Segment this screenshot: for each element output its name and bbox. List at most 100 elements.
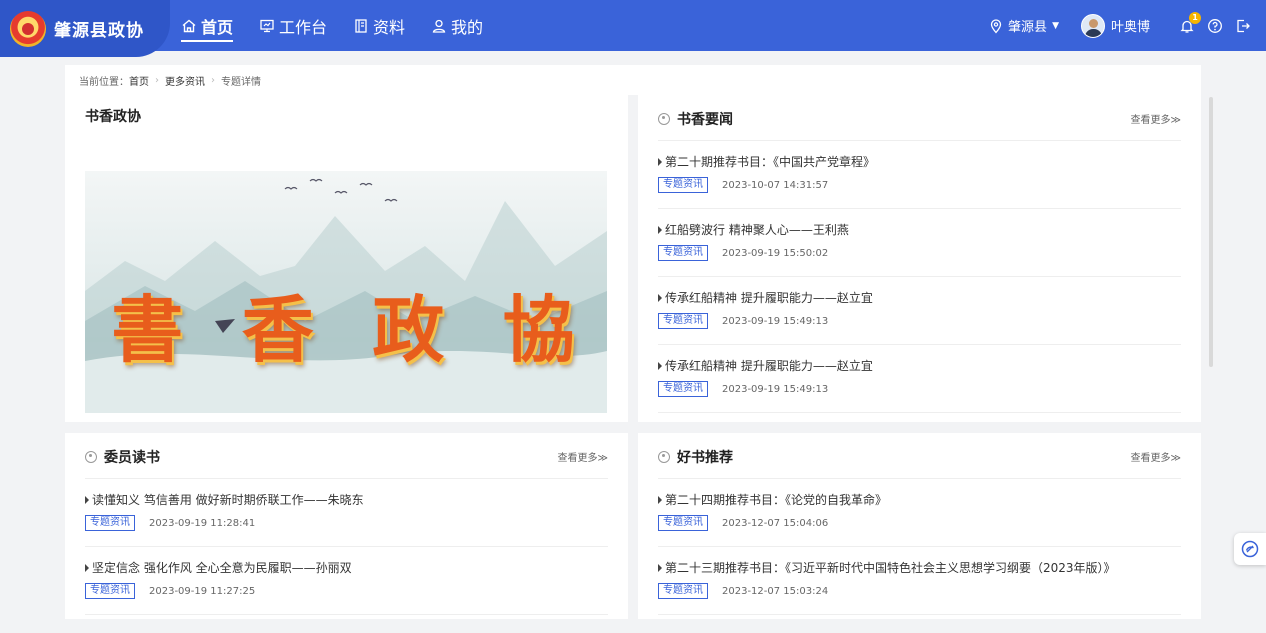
list-item[interactable]: 读懂知义 笃信善用 做好新时期侨联工作——朱晓东 专题资讯 2023-09-19 … bbox=[85, 479, 608, 547]
triangle-right-icon bbox=[658, 293, 662, 302]
news-time: 2023-09-19 15:49:13 bbox=[722, 315, 829, 327]
list-item[interactable]: 传承红船精神 提升履职能力——赵立宜 专题资讯 2023-09-19 15:49:… bbox=[658, 345, 1181, 413]
news-time: 2023-12-07 15:03:24 bbox=[722, 585, 829, 597]
reading-more-link[interactable]: 查看更多≫ bbox=[558, 449, 608, 464]
list-item[interactable]: 红船劈波行 精神聚人心——王利燕 专题资讯 2023-09-19 15:50:02 bbox=[658, 209, 1181, 277]
triangle-right-icon bbox=[85, 495, 89, 504]
main-nav: 首页 工作台 资料 我的 bbox=[181, 0, 509, 51]
triangle-right-icon bbox=[85, 563, 89, 572]
banner-char: 書 bbox=[111, 287, 190, 372]
user-profile[interactable]: 叶奥博 bbox=[1080, 13, 1150, 38]
breadcrumb: 当前位置： 首页 › 更多资讯 › 专题详情 bbox=[65, 65, 1201, 95]
nav-label-workbench: 工作台 bbox=[279, 17, 328, 37]
triangle-right-icon bbox=[658, 361, 662, 370]
recommend-more-link[interactable]: 查看更多≫ bbox=[1131, 449, 1181, 464]
emblem-icon bbox=[10, 10, 46, 47]
category-tag: 专题资讯 bbox=[658, 583, 708, 599]
document-icon bbox=[355, 18, 367, 33]
news-panel-header: 书香要闻 查看更多≫ bbox=[658, 107, 1181, 141]
breadcrumb-prefix: 当前位置： bbox=[79, 76, 129, 88]
recommend-panel-title: 好书推荐 bbox=[677, 449, 733, 466]
category-tag: 专题资讯 bbox=[85, 515, 135, 531]
recommend-panel-header: 好书推荐 查看更多≫ bbox=[658, 445, 1181, 479]
brand-title: 肇源县政协 bbox=[54, 21, 144, 41]
category-tag: 专题资讯 bbox=[85, 583, 135, 599]
section-icon bbox=[658, 112, 670, 125]
feature-panel: 书香政协 書 香 政 協 bbox=[65, 95, 628, 422]
nav-label-home: 首页 bbox=[201, 17, 234, 37]
news-more-link[interactable]: 查看更多≫ bbox=[1131, 111, 1181, 126]
news-title[interactable]: 坚定信念 强化作风 全心全意为民履职——孙丽双 bbox=[92, 559, 352, 576]
nav-item-workbench[interactable]: 工作台 bbox=[259, 0, 327, 51]
news-title[interactable]: 第二十三期推荐书目：《习近平新时代中国特色社会主义思想学习纲要（2023年版）》 bbox=[665, 559, 1116, 576]
news-title[interactable]: 读懂知义 笃信善用 做好新时期侨联工作——朱晓东 bbox=[92, 491, 364, 508]
feature-title: 书香政协 bbox=[85, 109, 141, 125]
header-actions: 肇源县 ▼ 叶奥博 1 bbox=[988, 0, 1252, 51]
location-icon bbox=[990, 18, 1002, 33]
triangle-right-icon bbox=[658, 225, 662, 234]
news-title[interactable]: 第二十四期推荐书目：《论党的自我革命》 bbox=[665, 491, 887, 508]
news-time: 2023-09-19 11:27:25 bbox=[149, 585, 256, 597]
news-time: 2023-12-07 15:04:06 bbox=[722, 517, 829, 529]
news-title[interactable]: 传承红船精神 提升履职能力——赵立宜 bbox=[665, 289, 873, 306]
recommend-panel: 好书推荐 查看更多≫ 第二十四期推荐书目：《论党的自我革命》 专题资讯 2023-… bbox=[638, 433, 1201, 619]
list-item[interactable]: 第二十四期推荐书目：《论党的自我革命》 专题资讯 2023-12-07 15:04… bbox=[658, 479, 1181, 547]
caret-down-icon: ▼ bbox=[1052, 20, 1059, 31]
nav-label-mine: 我的 bbox=[451, 17, 484, 37]
news-time: 2023-09-19 15:50:02 bbox=[722, 247, 829, 259]
category-tag: 专题资讯 bbox=[658, 177, 708, 193]
reading-panel-header: 委员读书 查看更多≫ bbox=[85, 445, 608, 479]
news-panel-title: 书香要闻 bbox=[677, 111, 733, 128]
help-button[interactable] bbox=[1206, 17, 1224, 35]
breadcrumb-home[interactable]: 首页 bbox=[129, 73, 149, 88]
logout-button[interactable] bbox=[1234, 17, 1252, 35]
category-tag: 专题资讯 bbox=[658, 245, 708, 261]
notification-button[interactable]: 1 bbox=[1178, 11, 1201, 35]
nav-item-home[interactable]: 首页 bbox=[181, 0, 234, 51]
brand-logo-area[interactable]: 肇源县政协 bbox=[0, 0, 170, 57]
user-name: 叶奥博 bbox=[1110, 20, 1150, 35]
list-item[interactable]: 第二十三期推荐书目：《习近平新时代中国特色社会主义思想学习纲要（2023年版）》… bbox=[658, 547, 1181, 615]
triangle-right-icon bbox=[658, 495, 662, 504]
nav-item-mine[interactable]: 我的 bbox=[431, 0, 483, 51]
banner-calligraphy: 書 香 政 協 bbox=[85, 271, 607, 376]
category-tag: 专题资讯 bbox=[658, 313, 708, 329]
top-navigation-bar: 肇源县政协 首页 工作台 资料 我的 肇源县 ▼ 叶奥博 1 bbox=[0, 0, 1266, 57]
reading-panel-title: 委员读书 bbox=[104, 449, 160, 466]
category-tag: 专题资讯 bbox=[658, 515, 708, 531]
news-time: 2023-09-19 15:49:13 bbox=[722, 383, 829, 395]
banner-char: 協 bbox=[502, 287, 581, 372]
chevron-right-icon: › bbox=[155, 74, 159, 86]
triangle-right-icon bbox=[658, 157, 662, 166]
floating-assistant-button[interactable] bbox=[1234, 533, 1266, 565]
news-title[interactable]: 传承红船精神 提升履职能力——赵立宜 bbox=[665, 357, 873, 374]
home-icon bbox=[182, 19, 196, 32]
list-item[interactable]: 第二十期推荐书目：《中国共产党章程》 专题资讯 2023-10-07 14:31:… bbox=[658, 141, 1181, 209]
user-icon bbox=[432, 19, 446, 33]
breadcrumb-current: 专题详情 bbox=[221, 76, 261, 88]
help-icon bbox=[1208, 18, 1222, 33]
nav-item-materials[interactable]: 资料 bbox=[353, 0, 405, 51]
list-item[interactable]: 传承红船精神 提升履职能力——赵立宜 专题资讯 2023-09-19 15:49:… bbox=[658, 277, 1181, 345]
county-selector[interactable]: 肇源县 ▼ bbox=[988, 16, 1059, 35]
scrollbar[interactable] bbox=[1209, 97, 1213, 367]
list-item[interactable]: 坚定信念 强化作风 全心全意为民履职——孙丽双 专题资讯 2023-09-19 1… bbox=[85, 547, 608, 615]
news-time: 2023-09-19 11:28:41 bbox=[149, 517, 256, 529]
section-icon bbox=[85, 450, 97, 463]
county-name: 肇源县 bbox=[1008, 20, 1048, 35]
news-panel: 书香要闻 查看更多≫ 第二十期推荐书目：《中国共产党章程》 专题资讯 2023-1… bbox=[638, 95, 1201, 422]
notification-badge: 1 bbox=[1189, 11, 1201, 24]
reading-panel: 委员读书 查看更多≫ 读懂知义 笃信善用 做好新时期侨联工作——朱晓东 专题资讯… bbox=[65, 433, 628, 619]
category-tag: 专题资讯 bbox=[658, 381, 708, 397]
assistant-icon bbox=[1241, 540, 1259, 558]
nav-label-materials: 资料 bbox=[373, 17, 406, 37]
news-title[interactable]: 红船劈波行 精神聚人心——王利燕 bbox=[665, 221, 849, 238]
banner-char: 政 bbox=[372, 287, 451, 372]
breadcrumb-more-news[interactable]: 更多资讯 bbox=[165, 73, 205, 88]
banner-char: 香 bbox=[241, 287, 320, 372]
news-time: 2023-10-07 14:31:57 bbox=[722, 179, 829, 191]
feature-banner-image[interactable]: 書 香 政 協 bbox=[85, 171, 607, 413]
news-title[interactable]: 第二十期推荐书目：《中国共产党章程》 bbox=[665, 153, 875, 170]
chevron-right-icon: › bbox=[211, 74, 215, 86]
monitor-icon bbox=[260, 19, 274, 32]
